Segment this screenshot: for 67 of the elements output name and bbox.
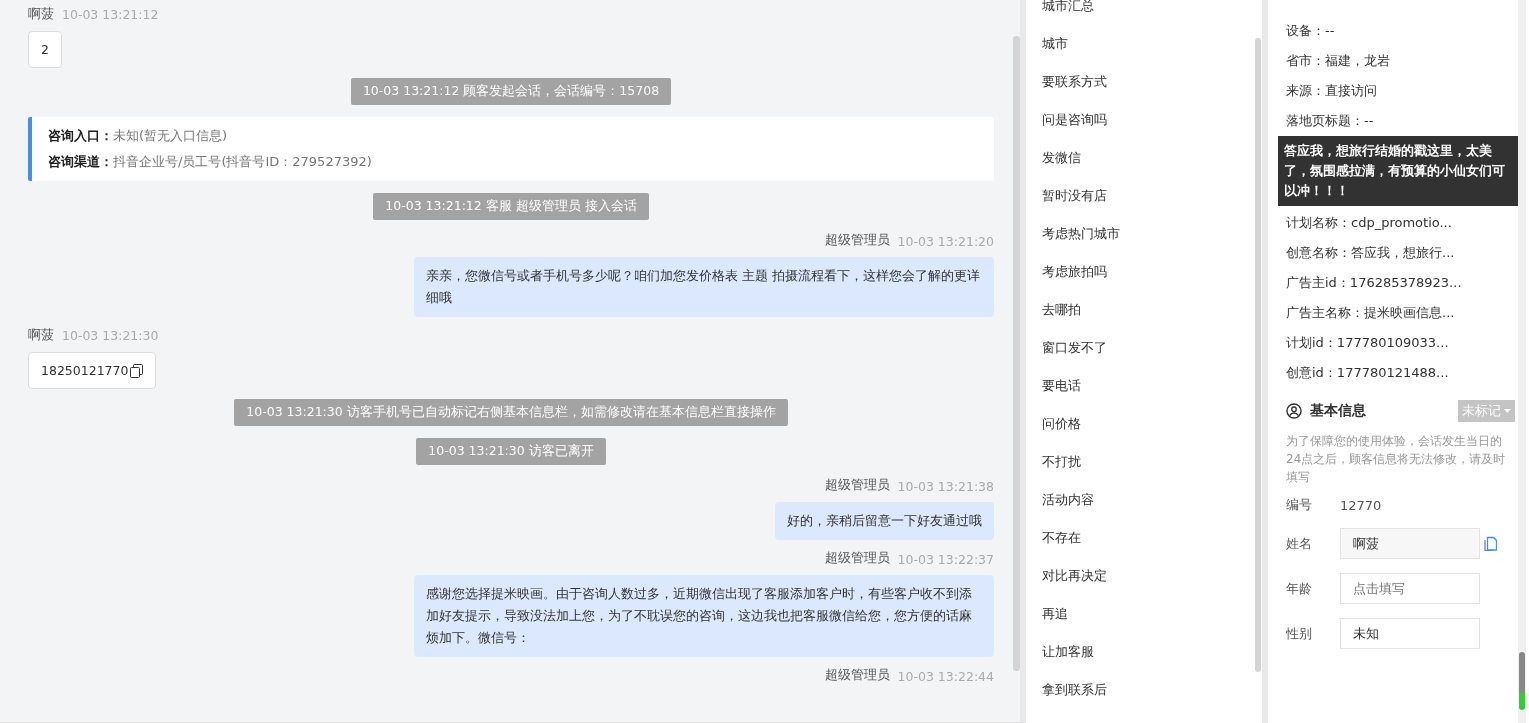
sender-name: 超级管理员 xyxy=(824,550,890,567)
input-field[interactable]: 点击填写 xyxy=(1340,573,1480,604)
quick-reply-item[interactable]: 让加客服 xyxy=(1042,633,1262,671)
info-row-text: 创意id：177780121488... xyxy=(1286,364,1450,382)
system-notice: 10-03 13:21:12 客服 超级管理员 接入会话 xyxy=(373,193,649,220)
scrollbar[interactable] xyxy=(1013,36,1020,671)
field-value: 12770 xyxy=(1340,497,1382,513)
quick-reply-item[interactable]: 不存在 xyxy=(1042,519,1262,557)
input-field[interactable]: 啊菠 xyxy=(1340,528,1480,559)
quick-reply-item[interactable]: 对比再决定 xyxy=(1042,557,1262,595)
sender-name: 超级管理员 xyxy=(824,232,890,249)
message-time: 10-03 13:21:20 xyxy=(897,234,994,249)
caret-icon xyxy=(1504,409,1511,413)
quick-reply-item[interactable]: 拿到联系后 xyxy=(1042,671,1262,709)
quick-reply-item[interactable]: 去哪拍 xyxy=(1042,291,1262,329)
message-time: 10-03 13:22:37 xyxy=(897,552,994,567)
quick-reply-item[interactable]: 问是咨询吗 xyxy=(1042,101,1262,139)
quick-reply-item[interactable]: 窗口发不了 xyxy=(1042,329,1262,367)
info-row-text: 创意名称：答应我，想旅行... xyxy=(1286,244,1456,262)
message-time: 10-03 13:21:38 xyxy=(897,479,994,494)
copy-icon[interactable] xyxy=(130,363,144,378)
quick-reply-item[interactable]: 不打扰 xyxy=(1042,443,1262,481)
quick-reply-item[interactable]: 发微信 xyxy=(1042,139,1262,177)
quick-reply-item[interactable]: 要电话 xyxy=(1042,367,1262,405)
field-label: 编号 xyxy=(1286,496,1313,514)
sender-name: 啊菠 xyxy=(28,6,54,23)
quick-reply-item[interactable]: 城市 xyxy=(1042,25,1262,63)
field-label: 性别 xyxy=(1286,624,1313,643)
field-label: 姓名 xyxy=(1286,534,1313,553)
info-row-text: 广告主名称：提米映画信息... xyxy=(1286,304,1456,322)
quick-reply-item[interactable]: 考虑热门城市 xyxy=(1042,215,1262,253)
sender-name: 啊菠 xyxy=(28,327,54,344)
quick-reply-item[interactable]: 要联系方式 xyxy=(1042,63,1262,101)
quick-reply-item[interactable]: 问价格 xyxy=(1042,405,1262,443)
field-label: 年龄 xyxy=(1286,579,1313,598)
scrollbar[interactable] xyxy=(1519,652,1525,710)
message-bubble: 好的，亲稍后留意一下好友通过哦 xyxy=(775,502,994,540)
info-row-text: 落地页标题：-- xyxy=(1286,112,1375,130)
info-row-text: 设备：-- xyxy=(1286,22,1336,40)
message-time: 10-03 13:21:12 xyxy=(62,7,159,22)
system-notice: 10-03 13:21:30 访客已离开 xyxy=(416,438,606,465)
quick-reply-item[interactable]: 考虑旅拍吗 xyxy=(1042,253,1262,291)
system-notice: 10-03 13:21:30 访客手机号已自动标记右侧基本信息栏，如需修改请在基本信息栏直接操作 xyxy=(234,399,788,426)
info-row-text: 来源：直接访问 xyxy=(1286,82,1378,100)
scrollbar[interactable] xyxy=(1255,38,1261,672)
sender-name: 超级管理员 xyxy=(824,667,890,684)
info-row-text: 计划名称：cdp_promotio... xyxy=(1286,214,1453,232)
quick-reply-item[interactable]: 暂时没有店 xyxy=(1042,177,1262,215)
info-row-text: 广告主id：176285378923... xyxy=(1286,274,1463,292)
user-icon xyxy=(1286,403,1302,419)
entry-line: 咨询渠道：抖音企业号/员工号(抖音号ID：279527392) xyxy=(48,153,373,171)
notice-text: 为了保障您的使用体验，会话发生当日的24点之后，顾客信息将无法修改，请及时填写 xyxy=(1286,433,1507,486)
quick-reply-item[interactable]: 活动内容 xyxy=(1042,481,1262,519)
message-time: 10-03 13:21:30 xyxy=(62,328,159,343)
message-bubble: 18250121770 xyxy=(28,352,157,389)
entry-line: 咨询入口：未知(暂无入口信息) xyxy=(48,127,229,145)
info-row-text: 省市：福建，龙岩 xyxy=(1286,52,1391,70)
input-field[interactable]: 未知 xyxy=(1340,618,1480,649)
info-row-text: 计划id：177780109033... xyxy=(1286,334,1450,352)
sender-name: 超级管理员 xyxy=(824,477,890,494)
message-bubble: 2 xyxy=(28,31,62,68)
section-title: 基本信息 xyxy=(1310,402,1367,420)
message-bubble: 感谢您选择提米映画。由于咨询人数过多，近期微信出现了客服添加客户时，有些客户收不到添加好友提示，导致没法加上您，为了不耽误您的咨询，这边我也把客服微信给您，您方便的话麻烦加下。微信号： xyxy=(414,575,994,657)
system-notice: 10-03 13:21:12 顾客发起会话，会话编号：15708 xyxy=(350,78,672,105)
message-bubble: 亲亲，您微信号或者手机号多少呢？咱们加您发价格表 主题 拍摄流程看下，这样您会了解的更详细哦 xyxy=(414,257,994,317)
message-time: 10-03 13:22:44 xyxy=(897,669,994,684)
quick-reply-item[interactable]: 再追 xyxy=(1042,595,1262,633)
